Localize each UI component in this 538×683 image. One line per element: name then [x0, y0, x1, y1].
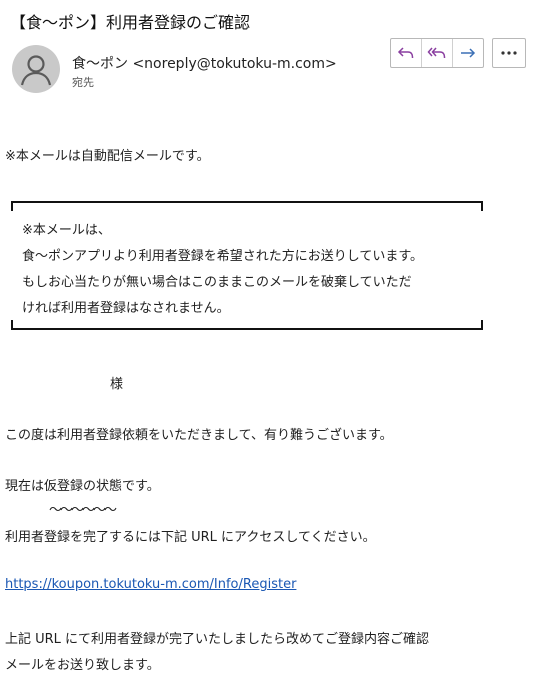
box-line: 食〜ポンアプリより利用者登録を希望された方にお送りしています。 [22, 249, 424, 264]
register-link[interactable]: https://koupon.tokutoku-m.com/Info/Regis… [5, 577, 296, 592]
instruction-text: 利用者登録を完了するには下記 URL にアクセスしてください。 [5, 530, 376, 545]
sender-name: 食〜ポン <noreply@tokutoku-m.com> [72, 56, 337, 72]
sender-avatar [12, 45, 60, 93]
reply-button[interactable] [391, 39, 422, 67]
message-actions [390, 38, 484, 68]
email-subject: 【食〜ポン】利用者登録のご確認 [10, 13, 251, 32]
reply-all-button[interactable] [422, 39, 453, 67]
status-text: 現在は仮登録の状態です。 [5, 479, 160, 494]
salutation-text: 様 [110, 377, 124, 392]
recipient-label: 宛先 [72, 76, 94, 89]
box-line: ければ利用者登録はなされません。 [22, 301, 230, 316]
closing-text-1: 上記 URL にて利用者登録が完了いたしましたら改めてご登録内容ご確認 [5, 632, 430, 647]
tilde-divider: 〜〜〜〜〜〜 [49, 503, 117, 518]
reply-icon [397, 47, 414, 58]
more-button[interactable] [492, 38, 526, 68]
auto-notice-text: ※本メールは自動配信メールです。 [5, 149, 210, 164]
forward-icon [461, 48, 476, 58]
thanks-text: この度は利用者登録依頼をいただきまして、有り難うございます。 [5, 428, 393, 443]
box-bottom-border [11, 320, 483, 330]
forward-button[interactable] [453, 39, 483, 67]
reply-all-icon [427, 47, 446, 58]
notice-box: ※本メールは、 食〜ポンアプリより利用者登録を希望された方にお送りしています。 … [11, 201, 483, 330]
person-icon [20, 55, 52, 86]
box-line: もしお心当たりが無い場合はこのままこのメールを破棄していただ [22, 275, 412, 290]
closing-text-2: メールをお送り致します。 [5, 658, 160, 673]
box-top-border [11, 201, 483, 211]
more-icon [501, 51, 517, 55]
box-line: ※本メールは、 [22, 223, 111, 238]
